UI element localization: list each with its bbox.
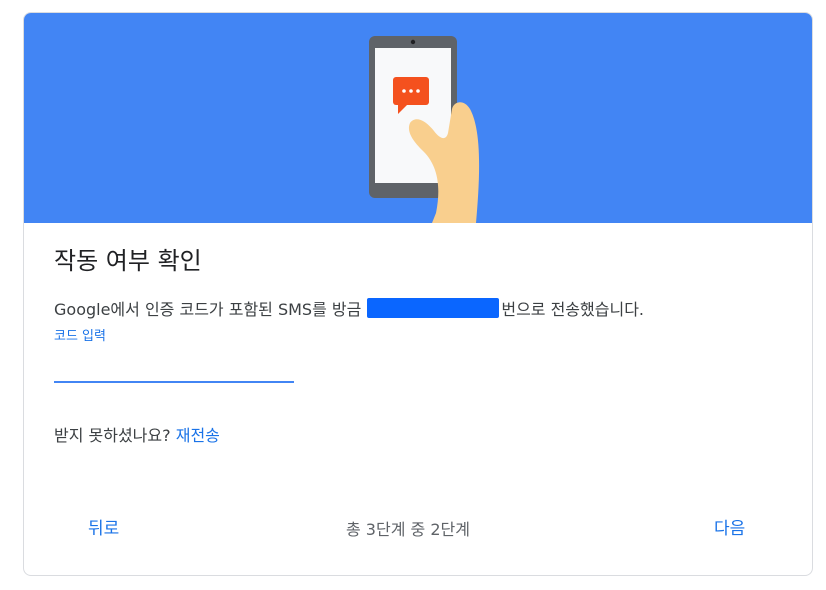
verification-card: 작동 여부 확인 Google에서 인증 코드가 포함된 SMS를 방금 번으로… [23, 12, 813, 576]
back-button[interactable]: 뒤로 [88, 514, 119, 539]
resend-row: 받지 못하셨나요? 재전송 [54, 422, 220, 446]
verification-code-input[interactable] [54, 353, 294, 383]
hero-banner [24, 13, 812, 223]
next-button[interactable]: 다음 [714, 514, 745, 539]
description-suffix: 번으로 전송했습니다. [501, 300, 644, 319]
step-indicator: 총 3단계 중 2단계 [346, 520, 470, 539]
sms-sent-description: Google에서 인증 코드가 포함된 SMS를 방금 번으로 전송했습니다. [54, 296, 644, 320]
phone-sms-illustration [369, 36, 480, 223]
page-title: 작동 여부 확인 [54, 247, 202, 275]
redacted-phone-number [367, 298, 500, 318]
code-field-label: 코드 입력 [54, 329, 106, 344]
resend-question: 받지 못하셨나요? [54, 426, 171, 445]
resend-link[interactable]: 재전송 [176, 426, 220, 445]
description-prefix: Google에서 인증 코드가 포함된 SMS를 방금 [54, 300, 362, 319]
